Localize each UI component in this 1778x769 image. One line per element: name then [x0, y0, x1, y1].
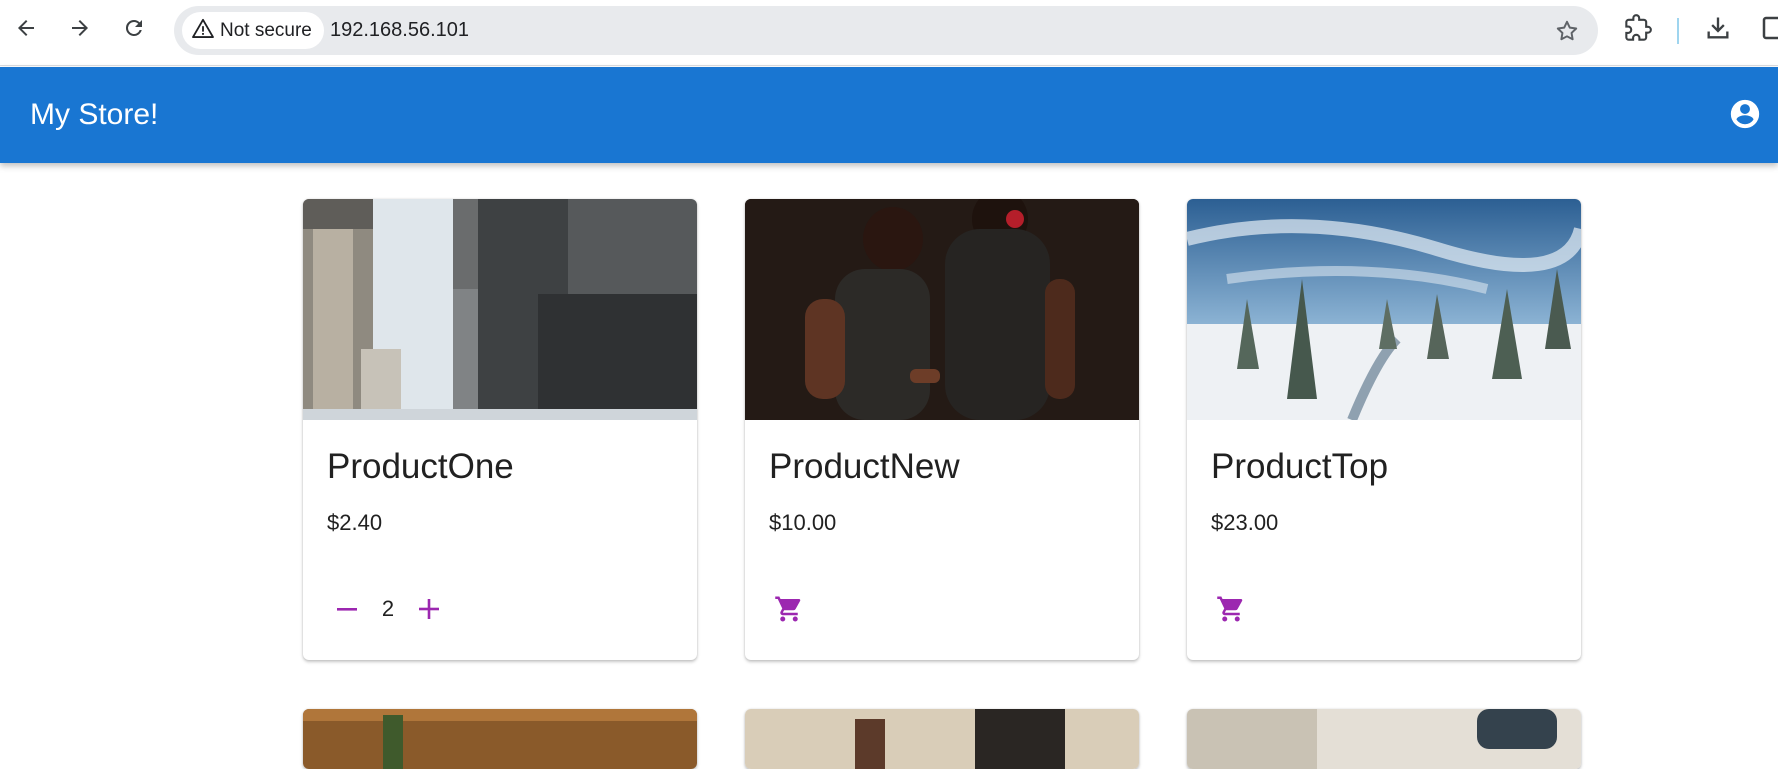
download-icon[interactable] — [1704, 14, 1732, 47]
product-image — [745, 709, 1139, 769]
product-image — [303, 199, 697, 420]
product-card-partial — [1187, 709, 1581, 769]
product-card-partial — [745, 709, 1139, 769]
product-image — [303, 709, 697, 769]
warning-icon — [192, 18, 214, 44]
product-name[interactable]: ProductNew — [769, 447, 960, 487]
security-label: Not secure — [220, 19, 312, 41]
product-price: $10.00 — [769, 510, 837, 535]
app-bar: My Store! — [0, 67, 1778, 163]
product-price: $2.40 — [327, 510, 383, 535]
toolbar-divider — [1677, 18, 1679, 44]
plus-icon[interactable] — [409, 589, 449, 629]
product-image — [745, 199, 1139, 420]
browser-toolbar: Not secure 192.168.56.101 — [0, 0, 1778, 66]
store-title[interactable]: My Store! — [30, 67, 158, 163]
minus-icon[interactable] — [327, 589, 367, 629]
account-circle-icon[interactable] — [1728, 97, 1762, 131]
security-chip[interactable]: Not secure — [182, 12, 324, 49]
quantity-stepper: 2 — [327, 589, 449, 629]
forward-arrow-icon[interactable] — [62, 10, 98, 46]
product-image — [1187, 709, 1581, 769]
url-text[interactable]: 192.168.56.101 — [330, 6, 469, 55]
card-actions — [1211, 589, 1251, 629]
quantity-value: 2 — [381, 596, 395, 621]
address-bar[interactable]: Not secure 192.168.56.101 — [174, 6, 1598, 55]
cart-icon[interactable] — [769, 589, 809, 629]
product-image — [1187, 199, 1581, 420]
product-card: ProductTop $23.00 — [1187, 199, 1581, 660]
product-card: ProductNew $10.00 — [745, 199, 1139, 660]
cart-icon[interactable] — [1211, 589, 1251, 629]
product-name[interactable]: ProductOne — [327, 447, 514, 487]
back-arrow-icon[interactable] — [8, 10, 44, 46]
product-price: $23.00 — [1211, 510, 1279, 535]
reload-icon[interactable] — [116, 10, 152, 46]
star-icon[interactable] — [1554, 18, 1580, 44]
card-actions — [769, 589, 809, 629]
product-card-partial — [303, 709, 697, 769]
sidebar-icon[interactable] — [1762, 14, 1778, 47]
product-card: ProductOne $2.40 2 — [303, 199, 697, 660]
product-name[interactable]: ProductTop — [1211, 447, 1388, 487]
extensions-icon[interactable] — [1624, 14, 1652, 47]
